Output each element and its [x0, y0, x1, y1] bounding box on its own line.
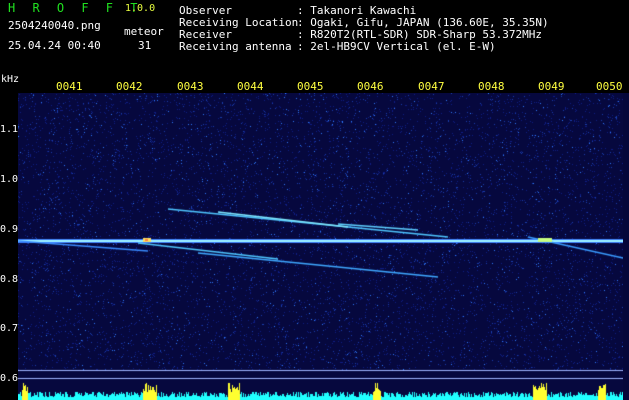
app-version: 1.0.0 — [125, 3, 156, 14]
meteor-count: 31 — [138, 39, 152, 52]
freq-tick-label: 0.6 — [0, 373, 19, 384]
time-tick-label: 0048 — [478, 80, 505, 93]
frequency-unit-label: kHz — [1, 74, 20, 85]
freq-tick-label: 0.7 — [0, 323, 19, 334]
time-tick-label: 0050 — [596, 80, 623, 93]
info-row-antenna: Receiving antenna : 2el-HB9CV Vertical (e… — [179, 41, 496, 53]
time-tick-label: 0044 — [237, 80, 264, 93]
time-tick-label: 0041 — [56, 80, 83, 93]
freq-tick-label: 1.1 — [0, 124, 19, 135]
time-tick-label: 0045 — [297, 80, 324, 93]
file-name: 2504240040.png — [8, 19, 101, 32]
info-value: : 2el-HB9CV Vertical (el. E-W) — [297, 40, 496, 53]
freq-tick-label: 0.8 — [0, 274, 19, 285]
spectrogram-edge — [623, 93, 629, 400]
info-key: Receiving antenna — [179, 40, 292, 53]
meteor-label: meteor — [124, 25, 164, 38]
freq-tick-label: 0.9 — [0, 224, 19, 235]
time-tick-label: 0047 — [418, 80, 445, 93]
time-tick-label: 0046 — [357, 80, 384, 93]
time-tick-label: 0049 — [538, 80, 565, 93]
time-tick-label: 0043 — [177, 80, 204, 93]
spectrogram — [18, 93, 623, 400]
capture-datetime: 25.04.24 00:40 — [8, 39, 101, 52]
time-tick-label: 0042 — [116, 80, 143, 93]
app-title: H R O F F T — [8, 1, 143, 15]
freq-tick-label: 1.0 — [0, 174, 19, 185]
